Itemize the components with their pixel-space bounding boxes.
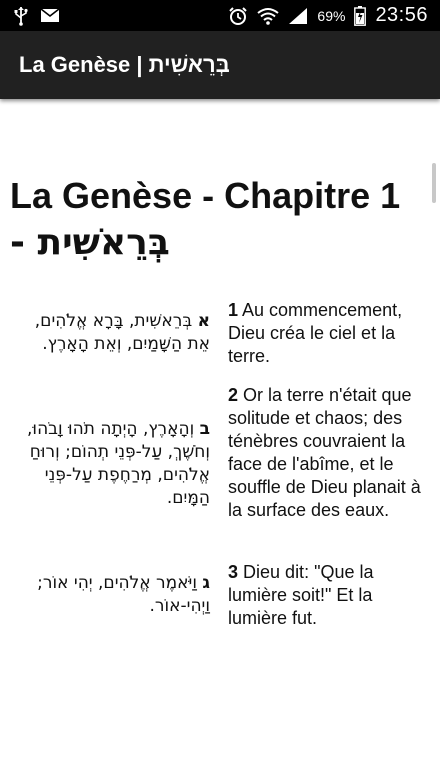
- verse-text-french: Au commencement, Dieu créa le ciel et la…: [228, 300, 403, 366]
- chapter-title-french: La Genèse - Chapitre 1: [10, 175, 401, 216]
- verse-number-hebrew: ג: [202, 573, 210, 593]
- verse-number-hebrew: ב: [199, 419, 210, 439]
- verse-french-3: 3 Dieu dit: "Que la lumière soit!" Et la…: [228, 561, 426, 630]
- app-title: La Genèse | בְּרֵאשִׁית: [19, 52, 230, 77]
- status-notifications: [14, 5, 60, 27]
- battery-percent: 69%: [317, 7, 346, 24]
- verse-hebrew-3: ג וַיֹּאמֶר אֱלֹהִים, יְהִי אוֹר; וַיְהִ…: [18, 572, 210, 618]
- chapter-title: La Genèse - Chapitre 1 - בְּרֵאשִׁית: [10, 173, 425, 266]
- mail-icon: [40, 5, 60, 27]
- app-bar: La Genèse | בְּרֵאשִׁית: [0, 31, 440, 99]
- status-system: 69% 23:56: [228, 4, 428, 27]
- verse-french-2: 2 Or la terre n'était que solitude et ch…: [228, 384, 426, 522]
- verse-text-french: Or la terre n'était que solitude et chao…: [228, 385, 421, 520]
- verse-number-french: 1: [228, 300, 239, 320]
- signal-icon: [288, 5, 308, 27]
- clock: 23:56: [375, 4, 428, 26]
- alarm-icon: [228, 5, 248, 27]
- verse-number-hebrew: א: [197, 311, 210, 331]
- verse-hebrew-1: א בְּרֵאשִׁית, בָּרָא אֱלֹהִים, אֵת הַשָ…: [18, 310, 210, 356]
- verse-text-hebrew: בְּרֵאשִׁית, בָּרָא אֱלֹהִים, אֵת הַשָּׁ…: [34, 311, 210, 354]
- wifi-icon: [257, 5, 280, 27]
- scrollbar[interactable]: [432, 163, 436, 203]
- verse-text-french: Dieu dit: "Que la lumière soit!" Et la l…: [228, 562, 374, 628]
- verse-number-french: 2: [228, 385, 239, 405]
- verse-hebrew-2: ב וְהָאָרֶץ, הָיְתָה תֹהוּ וָבֹהוּ, וְחֹ…: [18, 418, 210, 510]
- usb-icon: [14, 5, 28, 27]
- status-bar: 69% 23:56: [0, 0, 440, 31]
- verse-french-1: 1 Au commencement, Dieu créa le ciel et …: [228, 299, 426, 368]
- verse-number-french: 3: [228, 562, 239, 582]
- chapter-content[interactable]: La Genèse - Chapitre 1 - בְּרֵאשִׁית א ב…: [0, 99, 440, 782]
- battery-icon: [354, 5, 367, 27]
- chapter-title-hebrew: - בְּרֵאשִׁית: [10, 222, 170, 263]
- verse-text-hebrew: וְהָאָרֶץ, הָיְתָה תֹהוּ וָבֹהוּ, וְחֹשֶ…: [27, 419, 210, 508]
- verse-text-hebrew: וַיֹּאמֶר אֱלֹהִים, יְהִי אוֹר; וַיְהִי-…: [37, 573, 210, 616]
